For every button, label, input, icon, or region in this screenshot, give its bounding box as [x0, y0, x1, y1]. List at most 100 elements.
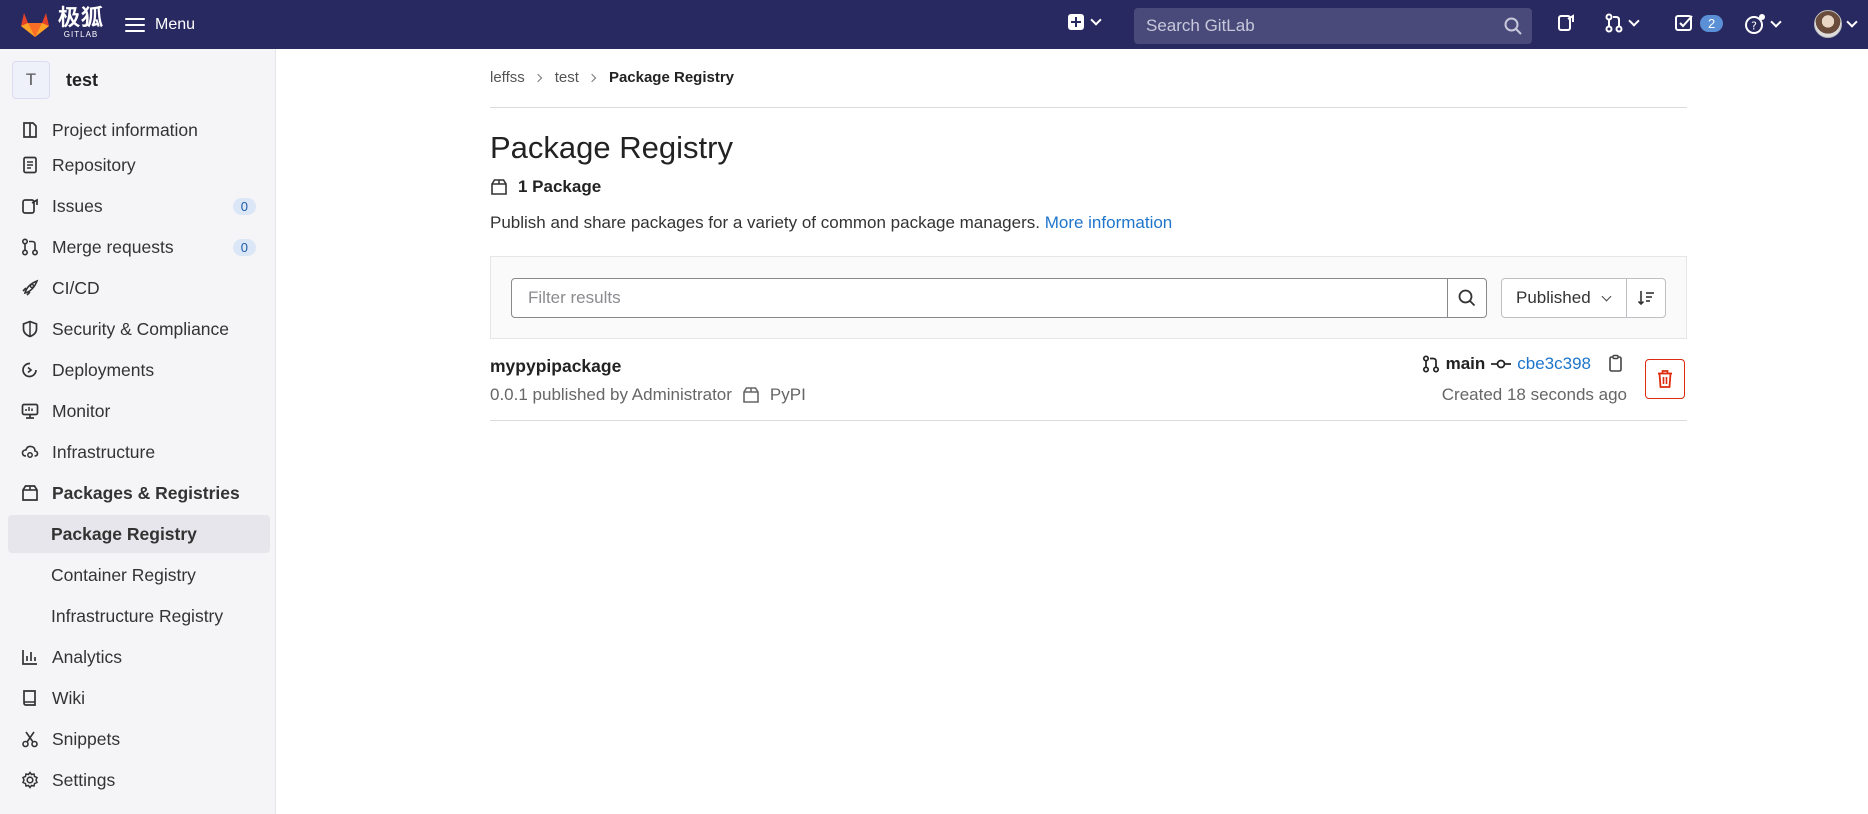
- search-icon: [1504, 17, 1522, 35]
- sidebar-item-label: Deployments: [52, 359, 155, 380]
- menu-button[interactable]: Menu: [125, 12, 195, 38]
- package-type: PyPI: [769, 385, 806, 404]
- sidebar-item-label: Repository: [52, 154, 136, 175]
- logo-cn-text: 极狐: [58, 5, 105, 30]
- svg-text:?: ?: [1751, 20, 1757, 33]
- issues-icon: [20, 196, 40, 216]
- package-version-publisher: 0.0.1 published by Administrator: [490, 385, 732, 404]
- page-title: Package Registry: [490, 130, 733, 165]
- shield-icon: [20, 319, 40, 339]
- sidebar-item-label: Security & Compliance: [52, 318, 230, 339]
- sidebar-item-label: Project information: [52, 119, 198, 140]
- sidebar-item-label: Infrastructure Registry: [51, 605, 224, 626]
- chevron-down-icon: [1090, 14, 1102, 26]
- sidebar-item-packages-registries[interactable]: Packages & Registries: [8, 474, 270, 512]
- package-branch-commit: main cbe3c398: [1422, 354, 1627, 374]
- top-navbar: 极狐 GITLAB Menu Search GitLab 2 ?: [0, 0, 1868, 49]
- package-icon: [491, 179, 507, 195]
- gitlab-logo[interactable]: 极狐 GITLAB: [18, 7, 104, 39]
- issues-count-badge: 0: [232, 197, 256, 215]
- package-count: 1 Package: [490, 177, 601, 197]
- chevron-right-icon: [533, 73, 542, 82]
- filter-bar: Filter results Published: [490, 256, 1687, 339]
- todos-nav-button[interactable]: 2: [1674, 13, 1724, 33]
- filter-placeholder: Filter results: [528, 288, 621, 307]
- scissors-icon: [20, 729, 40, 749]
- sidebar-item-snippets[interactable]: Snippets: [8, 720, 270, 758]
- merge-icon: [20, 237, 40, 257]
- help-nav-button[interactable]: ?: [1744, 13, 1782, 35]
- chevron-right-icon: [587, 73, 597, 82]
- filter-input[interactable]: Filter results: [511, 278, 1448, 318]
- doc-icon: [20, 155, 40, 175]
- sidebar-item-label: Analytics: [52, 646, 123, 667]
- filter-search-button[interactable]: [1447, 278, 1487, 318]
- sidebar-item-project-information[interactable]: Project information: [8, 111, 270, 149]
- sidebar-item-label: Merge requests: [52, 236, 174, 257]
- sort-dropdown[interactable]: Published: [1501, 278, 1627, 318]
- sort-label: Published: [1516, 288, 1591, 307]
- breadcrumb-item-project[interactable]: test: [555, 69, 579, 86]
- package-name-link[interactable]: mypypipackage: [490, 356, 621, 377]
- chevron-down-icon: [1846, 16, 1858, 28]
- create-new-button[interactable]: [1068, 14, 1102, 30]
- breadcrumb-item-current[interactable]: Package Registry: [609, 69, 734, 86]
- todo-checkbox-icon: [1675, 15, 1693, 31]
- deploy-icon: [20, 360, 40, 380]
- logo-en-text: GITLAB: [63, 30, 99, 39]
- sort-lowest-icon: [1637, 291, 1654, 306]
- sidebar-item-infrastructure[interactable]: Infrastructure: [8, 433, 270, 471]
- page-description: Publish and share packages for a variety…: [490, 213, 1172, 233]
- branch-name: main: [1445, 354, 1486, 373]
- chart-icon: [20, 647, 40, 667]
- more-information-link[interactable]: More information: [1045, 213, 1173, 232]
- sidebar-item-monitor[interactable]: Monitor: [8, 392, 270, 430]
- merge-request-icon: [1605, 13, 1623, 33]
- delete-package-button[interactable]: [1645, 359, 1685, 399]
- package-meta: 0.0.1 published by Administrator PyPI: [490, 385, 806, 405]
- sidebar-item-merge-requests[interactable]: Merge requests 0: [8, 228, 270, 266]
- info-icon: [20, 120, 40, 140]
- sidebar-item-repository[interactable]: Repository: [8, 146, 270, 184]
- user-menu-button[interactable]: [1814, 10, 1858, 38]
- sidebar-item-security-compliance[interactable]: Security & Compliance: [8, 310, 270, 348]
- search-placeholder: Search GitLab: [1146, 16, 1255, 35]
- sidebar-item-label: Issues: [52, 195, 103, 216]
- merge-requests-nav-button[interactable]: [1604, 13, 1640, 33]
- sidebar-item-label: Infrastructure: [52, 441, 156, 462]
- hamburger-icon: [125, 18, 145, 32]
- divider: [490, 107, 1687, 108]
- todo-count-badge: 2: [1700, 14, 1724, 32]
- issues-nav-button[interactable]: [1556, 13, 1576, 33]
- fox-logo-icon: [21, 13, 49, 37]
- copy-icon[interactable]: [1605, 354, 1627, 374]
- sidebar: T test Project information Repository Is…: [0, 49, 276, 814]
- sidebar-item-container-registry[interactable]: Container Registry: [8, 556, 270, 594]
- sort-direction-button[interactable]: [1626, 278, 1666, 318]
- sidebar-project[interactable]: T test: [12, 61, 98, 99]
- book-icon: [20, 688, 40, 708]
- sidebar-item-deployments[interactable]: Deployments: [8, 351, 270, 389]
- sidebar-item-label: Snippets: [52, 728, 121, 749]
- sidebar-item-wiki[interactable]: Wiki: [8, 679, 270, 717]
- search-input[interactable]: Search GitLab: [1134, 8, 1532, 44]
- monitor-icon: [20, 401, 40, 421]
- merge-requests-count-badge: 0: [232, 238, 256, 256]
- sidebar-item-issues[interactable]: Issues 0: [8, 187, 270, 225]
- sidebar-item-package-registry[interactable]: Package Registry: [8, 515, 270, 553]
- project-avatar: T: [12, 61, 50, 99]
- breadcrumb-item-group[interactable]: leffss: [490, 69, 525, 86]
- commit-sha-link[interactable]: cbe3c398: [1517, 354, 1591, 374]
- trash-icon: [1658, 370, 1672, 388]
- search-icon: [1458, 289, 1476, 307]
- sidebar-item-cicd[interactable]: CI/CD: [8, 269, 270, 307]
- sidebar-item-settings[interactable]: Settings: [8, 761, 270, 799]
- plus-icon: [1068, 14, 1084, 30]
- issues-icon: [1558, 14, 1574, 31]
- branch-icon: [1422, 355, 1439, 373]
- sidebar-item-label: Packages & Registries: [52, 482, 240, 503]
- project-name: test: [66, 69, 99, 90]
- sidebar-item-infrastructure-registry[interactable]: Infrastructure Registry: [8, 597, 270, 635]
- sidebar-item-analytics[interactable]: Analytics: [8, 638, 270, 676]
- sidebar-item-label: Settings: [52, 769, 116, 790]
